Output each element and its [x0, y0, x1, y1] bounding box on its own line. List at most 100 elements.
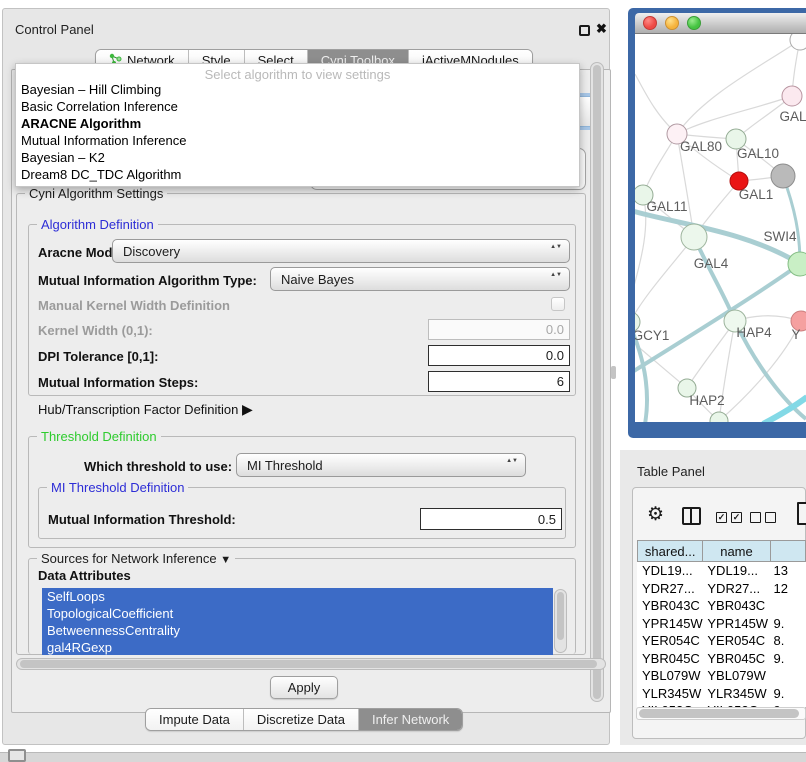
mi-threshold-label: Mutual Information Threshold: — [48, 512, 236, 527]
table-cell: 9. — [771, 686, 806, 701]
table-cell: YER054C — [637, 633, 703, 648]
window-bottom-edge — [0, 752, 806, 762]
combo-arrows-icon: ▲▼ — [550, 244, 562, 251]
algorithm-option[interactable]: Bayesian – Hill Climbing — [16, 81, 579, 98]
vertical-scrollbar[interactable] — [590, 62, 604, 702]
horizontal-scrollbar[interactable] — [16, 658, 606, 670]
splitter-grip[interactable] — [611, 366, 616, 379]
float-window-icon[interactable] — [579, 25, 590, 36]
table-horizontal-scrollbar[interactable] — [636, 707, 806, 720]
table-cell: YDR27... — [637, 581, 703, 596]
network-node[interactable] — [710, 412, 728, 422]
select-all-checkboxes-icon[interactable]: ✓ — [731, 512, 742, 523]
node-label: GAL11 — [646, 199, 687, 214]
mi-type-select[interactable]: Naive Bayes ▲▼ — [270, 267, 570, 291]
node-label: Y — [791, 327, 800, 342]
node-label: GCY1 — [635, 328, 669, 343]
table-cell: 9. — [771, 616, 806, 631]
table-cell: YER054C — [703, 633, 770, 648]
table-cell: YLR345W — [637, 686, 703, 701]
aracne-mode-select[interactable]: Discovery ▲▼ — [112, 239, 570, 263]
network-node-gal[interactable] — [782, 86, 802, 106]
tab-infer-network[interactable]: Infer Network — [359, 709, 462, 730]
network-node-gal4[interactable] — [681, 224, 707, 250]
table-cell: 12 — [771, 581, 806, 596]
algorithm-option[interactable]: Dream8 DC_TDC Algorithm — [16, 166, 579, 183]
combo-arrows-icon: ▲▼ — [550, 272, 562, 279]
table-cell: YDR27... — [703, 581, 770, 596]
table-row[interactable]: YBL079WYBL079W — [637, 667, 806, 685]
table-row[interactable]: YLR345WYLR345W9. — [637, 685, 806, 703]
close-icon[interactable]: ✖ — [596, 21, 607, 37]
node-table: shared...name YDL19...YDL19...13YDR27...… — [637, 540, 806, 707]
column-header[interactable]: shared... — [637, 540, 703, 562]
table-cell: YBL079W — [637, 668, 703, 683]
table-cell: YBR043C — [637, 598, 703, 613]
data-attributes-label: Data Attributes — [38, 568, 131, 583]
window-close-traffic-icon[interactable] — [643, 16, 657, 30]
mi-type-label: Mutual Information Algorithm Type: — [38, 273, 257, 288]
tab-impute-data[interactable]: Impute Data — [146, 709, 244, 730]
gear-icon[interactable]: ⚙ — [647, 503, 664, 526]
dpi-tolerance-field[interactable]: 0.0 — [428, 345, 570, 366]
table-cell: 13 — [771, 563, 806, 578]
cyni-algorithm-settings-title: Cyni Algorithm Settings — [25, 186, 167, 201]
hub-definition-toggle[interactable]: Hub/Transcription Factor Definition ▶ — [38, 401, 253, 418]
network-graph: GALGAL80GAL10GAL1GAL11SWI4GAL4GCY1HAP4YH… — [635, 34, 806, 422]
algorithm-option[interactable]: ARACNE Algorithm — [16, 115, 579, 132]
deselect-checkboxes-icon[interactable] — [750, 512, 761, 523]
node-label: SWI4 — [763, 229, 796, 244]
minimized-panel-icon[interactable] — [8, 749, 26, 762]
manual-kernel-checkbox[interactable] — [551, 297, 565, 311]
collapse-arrow-icon: ▼ — [220, 554, 231, 566]
deselect-checkboxes-icon[interactable] — [765, 512, 776, 523]
table-row[interactable]: YBR043CYBR043C — [637, 597, 806, 615]
window-minimize-traffic-icon[interactable] — [665, 16, 679, 30]
table-cell: YBR045C — [637, 651, 703, 666]
mi-threshold-field[interactable]: 0.5 — [420, 508, 562, 530]
hub-definition-label: Hub/Transcription Factor Definition — [38, 402, 238, 417]
network-node[interactable] — [771, 164, 795, 188]
column-header[interactable] — [771, 540, 806, 562]
table-row[interactable]: YDL19...YDL19...13 — [637, 562, 806, 580]
table-panel-title: Table Panel — [637, 464, 705, 479]
algorithm-option[interactable]: Bayesian – K2 — [16, 149, 579, 166]
attribute-item[interactable]: SelfLoops — [42, 588, 553, 605]
window-zoom-traffic-icon[interactable] — [687, 16, 701, 30]
column-header[interactable]: name — [703, 540, 770, 562]
algorithm-options-list: Bayesian – Hill ClimbingBasic Correlatio… — [16, 81, 579, 183]
algorithm-option[interactable]: Mutual Information Inference — [16, 132, 579, 149]
tab-discretize-data[interactable]: Discretize Data — [244, 709, 359, 730]
which-threshold-select[interactable]: MI Threshold ▲▼ — [236, 453, 526, 477]
table-cell: YBL079W — [703, 668, 770, 683]
node-label: HAP4 — [736, 325, 772, 340]
data-attributes-list[interactable]: SelfLoopsTopologicalCoefficientBetweenne… — [42, 588, 553, 655]
network-node[interactable] — [790, 34, 806, 50]
table-cell: YDL19... — [637, 563, 703, 578]
network-canvas[interactable]: GALGAL80GAL10GAL1GAL11SWI4GAL4GCY1HAP4YH… — [635, 34, 806, 422]
mi-threshold-group-title: MI Threshold Definition — [47, 480, 188, 495]
table-cell: YLR345W — [703, 686, 770, 701]
table-row[interactable]: YBR045CYBR045C9. — [637, 650, 806, 668]
table-row[interactable]: YDR27...YDR27...12 — [637, 580, 806, 598]
table-row[interactable]: YER054CYER054C8. — [637, 632, 806, 650]
attributes-list-scrollbar[interactable] — [554, 589, 567, 653]
table-row[interactable]: YPR145WYPR145W9. — [637, 615, 806, 633]
attribute-item[interactable]: BetweennessCentrality — [42, 622, 553, 639]
table-cell: YBR043C — [703, 598, 770, 613]
split-columns-icon[interactable] — [682, 507, 701, 525]
attribute-item[interactable]: gal4RGexp — [42, 639, 553, 655]
select-all-checkboxes-icon[interactable]: ✓ — [716, 512, 727, 523]
network-window-titlebar[interactable] — [635, 13, 806, 34]
document-icon[interactable] — [797, 502, 806, 525]
apply-button[interactable]: Apply — [270, 676, 338, 699]
sources-group-title[interactable]: Sources for Network Inference ▼ — [37, 551, 235, 566]
algorithm-option[interactable]: Basic Correlation Inference — [16, 98, 579, 115]
table-header: shared...name — [637, 540, 806, 562]
control-panel-title: Control Panel — [15, 22, 94, 37]
kernel-width-field[interactable]: 0.0 — [428, 319, 570, 340]
table-cell: YBR045C — [703, 651, 770, 666]
attribute-item[interactable]: TopologicalCoefficient — [42, 605, 553, 622]
mi-steps-field[interactable]: 6 — [428, 371, 570, 392]
node-label: GAL80 — [680, 139, 722, 154]
